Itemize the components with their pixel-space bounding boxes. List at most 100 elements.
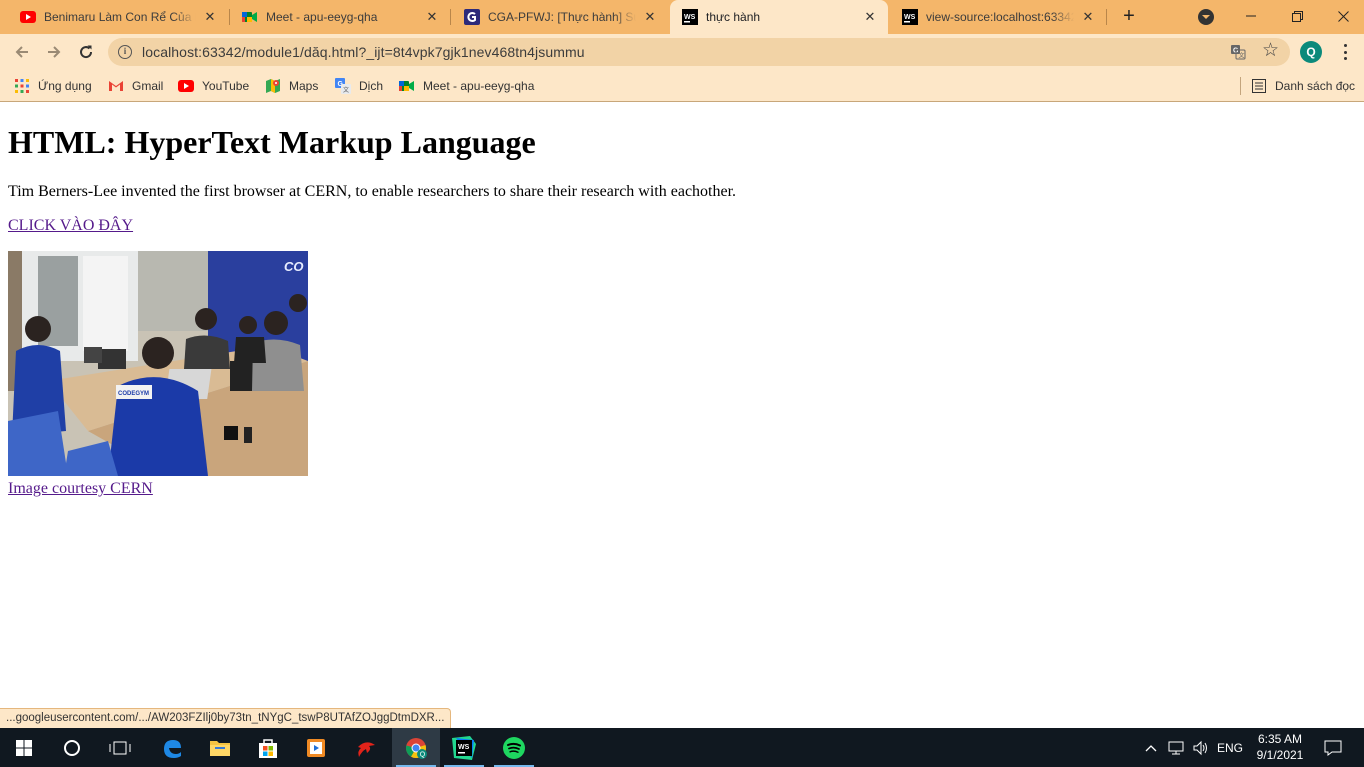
notification-icon[interactable] xyxy=(1318,728,1348,767)
media-player-icon xyxy=(307,738,325,757)
task-view-button[interactable] xyxy=(96,728,144,767)
address-bar[interactable]: i localhost:63342/module1/dăq.html?_ijt=… xyxy=(108,38,1290,66)
translate-icon[interactable]: G文 xyxy=(1230,44,1246,60)
click-here-link[interactable]: CLICK VÀO ĐÂY xyxy=(8,217,133,235)
youtube-icon xyxy=(20,9,36,25)
bookmark-gmail[interactable]: Gmail xyxy=(108,76,163,96)
taskbar-store[interactable] xyxy=(244,728,292,767)
restore-button[interactable] xyxy=(1274,0,1320,32)
more-menu-icon[interactable] xyxy=(1335,42,1355,62)
show-hidden-icons-chevron-icon[interactable] xyxy=(1142,728,1160,767)
taskbar-webstorm[interactable]: WS xyxy=(440,728,488,767)
minimize-button[interactable] xyxy=(1228,0,1274,32)
svg-text:文: 文 xyxy=(1239,52,1245,60)
taskbar-spotify[interactable] xyxy=(490,728,538,767)
back-button[interactable] xyxy=(8,38,36,66)
browser-toolbar: i localhost:63342/module1/dăq.html?_ijt=… xyxy=(0,34,1364,70)
reading-list-button[interactable]: Danh sách đọc xyxy=(1251,76,1355,96)
url-text[interactable]: localhost:63342/module1/dăq.html?_ijt=8t… xyxy=(142,44,585,60)
tab-title: thực hành xyxy=(706,10,761,24)
svg-text:WS: WS xyxy=(904,14,916,21)
taskbar-video-player[interactable] xyxy=(292,728,340,767)
codegym-icon xyxy=(464,9,480,25)
tab-strip: Benimaru Làm Con Rể Của Hắc ✕ Meet - apu… xyxy=(0,0,1364,34)
windows-taskbar: Q WS ENG 6:35 AM 9/1/2021 xyxy=(0,728,1364,767)
bookmark-label: Gmail xyxy=(132,79,164,93)
input-language[interactable]: ENG xyxy=(1214,728,1246,767)
bookmark-label: Maps xyxy=(289,79,319,93)
tab-title: CGA-PFWJ: [Thực hành] Sử dụng xyxy=(488,10,636,24)
start-button[interactable] xyxy=(0,728,48,767)
close-window-button[interactable] xyxy=(1320,0,1364,32)
garena-icon xyxy=(358,741,375,757)
youtube-icon xyxy=(178,78,194,94)
clock-date: 9/1/2021 xyxy=(1256,748,1304,762)
page-heading: HTML: HyperText Markup Language xyxy=(8,124,536,160)
bookmark-translate[interactable]: G文 Dịch xyxy=(335,76,383,96)
svg-text:文: 文 xyxy=(343,86,349,94)
close-icon[interactable]: ✕ xyxy=(424,9,440,25)
close-icon[interactable]: ✕ xyxy=(862,9,878,25)
tab-title: Meet - apu-eeyg-qha xyxy=(266,10,378,24)
reload-button[interactable] xyxy=(72,38,100,66)
tab-youtube-video[interactable]: Benimaru Làm Con Rể Của Hắc ✕ xyxy=(8,0,228,34)
svg-text:WS: WS xyxy=(458,744,470,751)
bookmarks-bar: Ứng dụng Gmail YouTube Maps G文 Dịch Meet… xyxy=(0,70,1364,102)
store-icon xyxy=(259,738,277,758)
tab-title: Benimaru Làm Con Rể Của Hắc xyxy=(44,10,196,24)
page-viewport: HTML: HyperText Markup Language Tim Bern… xyxy=(0,103,1364,728)
reading-list-icon xyxy=(1251,78,1267,94)
reading-list-label: Danh sách đọc xyxy=(1275,79,1356,93)
bookmark-star-icon[interactable]: ☆ xyxy=(1262,41,1279,61)
apps-grid-icon xyxy=(14,78,30,94)
tab-codegym[interactable]: CGA-PFWJ: [Thực hành] Sử dụng ✕ xyxy=(452,0,668,34)
close-icon[interactable]: ✕ xyxy=(642,9,658,25)
status-bar-url: ...googleusercontent.com/.../AW203FZIlj0… xyxy=(0,708,452,728)
taskbar-edge[interactable] xyxy=(148,728,196,767)
tab-separator xyxy=(450,9,451,25)
bookmark-label: Meet - apu-eeyg-qha xyxy=(423,79,535,93)
photo-wall-text: CO xyxy=(284,259,304,274)
image-caption-link[interactable]: Image courtesy CERN xyxy=(8,480,153,498)
bookmark-label: Dịch xyxy=(359,79,384,93)
maps-icon xyxy=(265,78,281,94)
google-meet-icon xyxy=(242,9,258,25)
translate-icon: G文 xyxy=(335,78,351,94)
bookmark-youtube[interactable]: YouTube xyxy=(178,76,249,96)
bookmark-maps[interactable]: Maps xyxy=(265,76,318,96)
taskbar-chrome[interactable]: Q xyxy=(392,728,440,767)
folder-icon xyxy=(210,740,230,756)
webstorm-icon: WS xyxy=(902,9,918,25)
tab-thuc-hanh[interactable]: WS thực hành ✕ xyxy=(670,0,888,34)
edge-icon xyxy=(164,739,181,758)
classroom-photo[interactable]: CO CODEGYM xyxy=(8,251,308,476)
photo-shirt-text: CODEGYM xyxy=(118,391,149,397)
profile-avatar[interactable]: Q xyxy=(1300,41,1322,63)
bookmark-apps[interactable]: Ứng dụng xyxy=(14,76,92,96)
google-meet-icon xyxy=(399,78,415,94)
svg-text:Q: Q xyxy=(420,751,426,758)
tab-search-icon[interactable] xyxy=(1198,9,1214,25)
search-button[interactable] xyxy=(48,728,96,767)
webstorm-icon: WS xyxy=(452,735,476,760)
new-tab-button[interactable]: + xyxy=(1116,5,1142,29)
tab-google-meet[interactable]: Meet - apu-eeyg-qha ✕ xyxy=(230,0,450,34)
svg-text:WS: WS xyxy=(684,14,696,21)
tab-view-source[interactable]: WS view-source:localhost:63342/ ✕ xyxy=(890,0,1106,34)
windows-logo-icon xyxy=(16,739,32,756)
close-icon[interactable]: ✕ xyxy=(202,9,218,25)
page-paragraph: Tim Berners-Lee invented the first brows… xyxy=(8,183,737,200)
gmail-icon xyxy=(108,78,124,94)
bookmark-meet[interactable]: Meet - apu-eeyg-qha xyxy=(399,76,534,96)
tab-separator xyxy=(1106,9,1107,25)
clock-time: 6:35 AM xyxy=(1257,732,1303,746)
bookmarks-separator xyxy=(1240,77,1241,95)
taskbar-file-explorer[interactable] xyxy=(196,728,244,767)
network-icon[interactable] xyxy=(1166,728,1188,767)
forward-button[interactable] xyxy=(40,38,68,66)
site-info-icon[interactable]: i xyxy=(118,45,132,59)
close-icon[interactable]: ✕ xyxy=(1080,9,1096,25)
system-clock[interactable]: 6:35 AM 9/1/2021 xyxy=(1248,731,1312,763)
taskbar-garena[interactable] xyxy=(342,728,390,767)
volume-icon[interactable] xyxy=(1190,728,1212,767)
